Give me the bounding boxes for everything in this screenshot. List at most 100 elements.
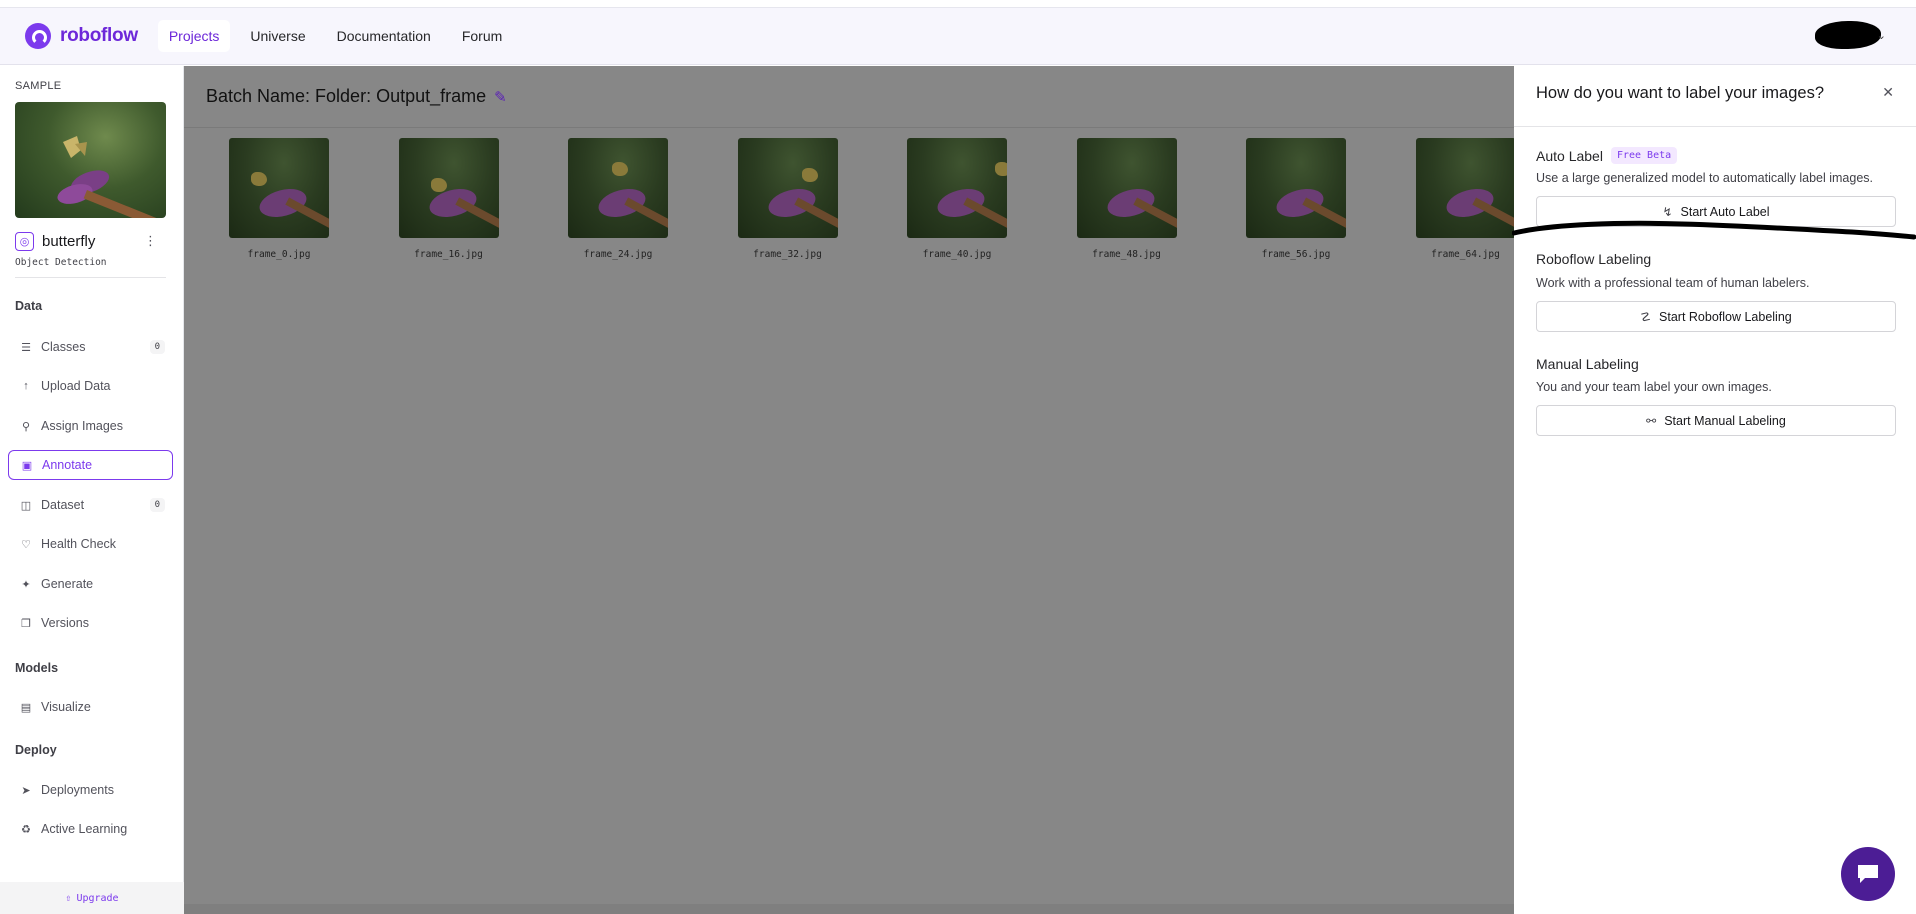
batch-header: Batch Name: Folder: Output_frame ✎ — [184, 66, 1514, 128]
divider — [1514, 126, 1916, 127]
image-tile[interactable]: frame_16.jpg — [398, 138, 499, 260]
close-icon[interactable]: ✕ — [1882, 84, 1894, 101]
image-tile[interactable]: frame_64.jpg — [1415, 138, 1516, 260]
horizontal-scrollbar[interactable] — [184, 904, 1514, 914]
image-tile[interactable]: frame_32.jpg — [737, 138, 838, 260]
project-thumbnail[interactable] — [15, 102, 166, 218]
divider — [15, 277, 166, 278]
image-filename: frame_40.jpg — [922, 249, 992, 260]
dataset-icon: ◫ — [20, 499, 32, 512]
roboflow-labeling-title: Roboflow Labeling — [1536, 251, 1652, 267]
auto-label-title: Auto Label Free Beta — [1536, 147, 1678, 164]
image-thumbnail — [398, 138, 499, 238]
count-badge: 0 — [149, 498, 165, 512]
image-thumbnail — [568, 138, 668, 238]
generate-icon: ✦ — [21, 578, 31, 591]
more-options-icon[interactable]: ⋮ — [144, 233, 157, 249]
edit-icon[interactable]: ✎ — [494, 88, 507, 106]
main-content-overlay[interactable]: Batch Name: Folder: Output_frame ✎ frame… — [184, 66, 1516, 914]
image-filename: frame_16.jpg — [414, 249, 483, 260]
image-grid: frame_0.jpg frame_16.jpg frame_24.jpg fr… — [229, 138, 1516, 260]
roboflow-logo-icon — [25, 23, 51, 49]
nav-projects[interactable]: Projects — [157, 20, 231, 52]
image-tile[interactable]: frame_56.jpg — [1246, 138, 1346, 260]
list-icon: ☰ — [21, 341, 31, 354]
image-tile[interactable]: frame_24.jpg — [568, 138, 668, 260]
sidebar-item-active-learning[interactable]: ♻ Active Learning — [8, 814, 173, 844]
versions-icon: ❐ — [21, 617, 31, 630]
section-data: Data — [15, 299, 43, 313]
image-tile[interactable]: frame_40.jpg — [907, 138, 1007, 260]
sidebar-item-label: Upload Data — [41, 379, 111, 393]
sidebar-item-visualize[interactable]: ▤ Visualize — [8, 692, 173, 722]
image-filename: frame_24.jpg — [583, 249, 653, 260]
sidebar-item-deployments[interactable]: ➤ Deployments — [8, 775, 173, 805]
user-menu[interactable]: ⌄ — [1814, 21, 1886, 49]
sidebar-item-label: Assign Images — [41, 419, 123, 433]
labeling-options-panel: How do you want to label your images? ✕ … — [1514, 66, 1916, 914]
sidebar-item-classes[interactable]: ☰ Classes 0 — [8, 332, 173, 362]
project-type: Object Detection — [15, 257, 107, 268]
sidebar-item-label: Active Learning — [41, 822, 128, 836]
auto-label-description: Use a large generalized model to automat… — [1536, 171, 1873, 185]
section-deploy: Deploy — [15, 743, 57, 757]
sidebar-item-label: Dataset — [41, 498, 85, 512]
sidebar-item-upload-data[interactable]: ↑ Upload Data — [8, 371, 173, 401]
lightning-icon: ↯ — [1662, 204, 1673, 219]
sidebar-item-label: Health Check — [41, 537, 117, 551]
sidebar-item-dataset[interactable]: ◫ Dataset 0 — [8, 490, 173, 520]
free-beta-badge: Free Beta — [1610, 147, 1678, 164]
sidebar-item-versions[interactable]: ❐ Versions — [8, 608, 173, 638]
top-nav: roboflow Projects Universe Documentation… — [0, 7, 1916, 65]
sidebar: SAMPLE ◎ butterfly ⋮ Object Detection Da… — [0, 66, 184, 914]
sidebar-item-label: Deployments — [41, 783, 114, 797]
sample-label: SAMPLE — [15, 80, 62, 92]
auto-label-heading: Auto Label — [1536, 147, 1603, 164]
sidebar-item-health-check[interactable]: ♡ Health Check — [8, 529, 173, 559]
project-name: butterfly — [42, 232, 96, 250]
image-thumbnail — [737, 138, 838, 238]
nav-documentation[interactable]: Documentation — [326, 20, 442, 52]
sidebar-item-label: Versions — [41, 616, 89, 630]
sidebar-item-label: Visualize — [41, 700, 91, 714]
sidebar-item-label: Generate — [41, 577, 94, 591]
start-roboflow-labeling-button[interactable]: ☡ Start Roboflow Labeling — [1536, 301, 1896, 332]
image-thumbnail — [907, 138, 1007, 238]
upgrade-label: Upgrade — [76, 892, 119, 904]
chevron-down-icon: ⌄ — [1876, 29, 1886, 42]
button-label: Start Auto Label — [1680, 204, 1770, 219]
chat-button[interactable] — [1841, 847, 1895, 901]
nav-forum[interactable]: Forum — [451, 20, 513, 52]
image-tile[interactable]: frame_0.jpg — [229, 138, 329, 260]
start-auto-label-button[interactable]: ↯ Start Auto Label — [1536, 196, 1896, 227]
team-icon: ☡ — [1640, 309, 1652, 324]
sidebar-item-label: Annotate — [42, 458, 93, 472]
start-manual-labeling-button[interactable]: ⚯ Start Manual Labeling — [1536, 405, 1896, 436]
rocket-icon: ➤ — [21, 784, 31, 797]
manual-labeling-description: You and your team label your own images. — [1536, 380, 1772, 394]
project-row[interactable]: ◎ butterfly ⋮ — [15, 230, 167, 252]
chat-icon — [1858, 865, 1878, 883]
image-thumbnail — [229, 138, 329, 238]
nav-links: Projects Universe Documentation Forum — [157, 20, 522, 52]
avatar — [1814, 21, 1881, 49]
button-label: Start Manual Labeling — [1664, 413, 1786, 428]
butterfly-photo — [57, 136, 162, 218]
image-thumbnail — [1076, 138, 1177, 238]
image-thumbnail — [1246, 138, 1346, 238]
roboflow-logo[interactable]: roboflow — [25, 23, 138, 49]
sidebar-item-generate[interactable]: ✦ Generate — [8, 569, 173, 599]
sidebar-item-label: Classes — [41, 340, 86, 354]
batch-title: Batch Name: Folder: Output_frame — [206, 86, 487, 106]
search-icon: ⚲ — [21, 420, 31, 433]
image-filename: frame_64.jpg — [1431, 249, 1500, 260]
upgrade-button[interactable]: ⇧ Upgrade — [0, 882, 184, 914]
nav-universe[interactable]: Universe — [239, 20, 316, 52]
chart-icon: ▤ — [20, 701, 32, 714]
sidebar-item-annotate[interactable]: ▣ Annotate — [8, 450, 173, 480]
sidebar-item-assign-images[interactable]: ⚲ Assign Images — [8, 411, 173, 441]
image-tile[interactable]: frame_48.jpg — [1076, 138, 1177, 260]
image-filename: frame_0.jpg — [247, 249, 311, 260]
image-thumbnail — [1415, 138, 1516, 238]
section-models: Models — [15, 661, 59, 675]
